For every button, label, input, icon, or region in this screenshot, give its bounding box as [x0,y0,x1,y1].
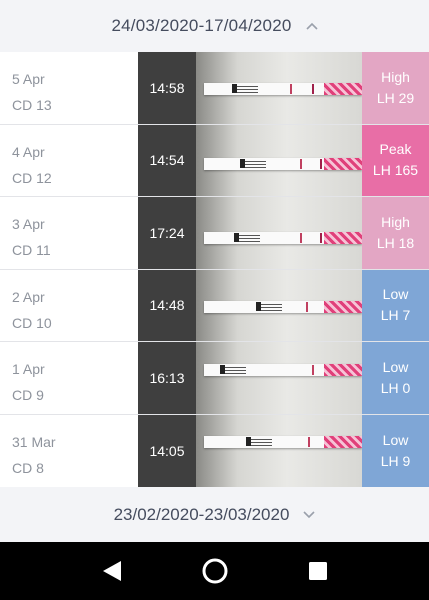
test-date-cell: 2 Apr CD 10 [0,270,138,342]
lh-result-badge: Low LH 9 [362,414,429,487]
test-strip [204,364,362,376]
test-strip-image [196,269,362,341]
test-date: 2 Apr [12,288,45,305]
test-line [308,436,310,447]
lh-value: LH 165 [372,162,419,179]
strip-wick [324,232,362,244]
lh-result-badge: Low LH 7 [362,269,429,341]
strip-label [240,158,266,168]
lh-level: Peak [379,141,412,158]
test-date: 1 Apr [12,361,45,377]
test-line [300,158,302,169]
lh-value: LH 18 [376,234,415,251]
test-cycle-day: CD 10 [12,314,52,331]
test-row[interactable]: 1 Apr CD 9 16:13 Low LH 0 [0,342,429,415]
cycle-range: 24/03/2020-17/04/2020 [111,16,292,35]
test-strip [204,435,362,448]
test-row[interactable]: 31 Mar CD 8 14:05 Low LH 9 [0,414,429,488]
test-date-cell: 3 Apr CD 11 [0,197,138,269]
test-time: 14:05 [138,414,196,487]
test-photo[interactable]: 14:05 [138,414,362,487]
lh-value: LH 7 [380,307,411,324]
system-navigation-bar [0,542,429,600]
test-strip [204,83,362,95]
test-date-cell: 1 Apr CD 9 [0,342,138,414]
test-time: 14:54 [138,124,196,196]
test-cycle-day: CD 13 [12,97,52,113]
lh-level: Low [382,286,409,303]
lh-result-badge: High LH 29 [362,52,429,124]
strip-label [232,84,258,93]
lh-level: Low [382,358,409,375]
test-strip-image [196,342,362,414]
previous-cycle-header[interactable]: 23/02/2020-23/03/2020 [0,487,429,543]
test-line [306,301,308,312]
test-date: 4 Apr [12,143,45,160]
test-time: 14:48 [138,269,196,341]
test-strip [204,300,362,313]
test-date: 31 Mar [12,433,56,450]
chevron-up-icon[interactable] [305,19,318,33]
test-row[interactable]: 4 Apr CD 12 14:54 Peak LH 165 [0,124,429,197]
test-strip-image [196,124,362,196]
test-time: 16:13 [138,342,196,414]
test-photo[interactable]: 16:13 [138,342,362,414]
test-time: 14:58 [138,52,196,124]
test-photo[interactable]: 17:24 [138,197,362,269]
control-line [320,233,322,243]
test-line [300,233,302,243]
recents-icon[interactable] [298,551,338,591]
strip-wick [324,364,362,376]
strip-label [246,436,272,446]
strip-wick [324,157,362,170]
back-icon[interactable] [92,551,132,591]
test-line [312,365,314,375]
lh-level: High [381,213,410,230]
control-line [312,84,314,94]
cycle-header[interactable]: 24/03/2020-17/04/2020 [0,0,429,52]
test-strip-image [196,197,362,269]
test-cycle-day: CD 8 [12,459,44,476]
strip-wick [324,300,362,313]
strip-label [234,233,260,242]
test-date: 3 Apr [12,216,45,232]
test-line [290,84,292,94]
lh-result-badge: Peak LH 165 [362,124,429,196]
test-date-cell: 5 Apr CD 13 [0,52,138,124]
lh-value: LH 29 [376,89,415,106]
strip-wick [324,83,362,95]
test-photo[interactable]: 14:54 [138,124,362,196]
chevron-down-icon[interactable] [303,508,315,522]
test-time: 17:24 [138,197,196,269]
test-date-cell: 31 Mar CD 8 [0,415,138,488]
test-cycle-day: CD 9 [12,387,44,403]
test-strip [204,232,362,244]
test-cycle-day: CD 11 [12,242,51,258]
test-list: 5 Apr CD 13 14:58 High LH 29 4 Apr CD 12 [0,52,429,487]
lh-value: LH 0 [380,379,411,396]
test-photo[interactable]: 14:58 [138,52,362,124]
lh-value: LH 9 [380,452,411,469]
test-date-cell: 4 Apr CD 12 [0,125,138,197]
lh-result-badge: Low LH 0 [362,342,429,414]
test-strip-image [196,414,362,487]
test-row[interactable]: 5 Apr CD 13 14:58 High LH 29 [0,52,429,125]
control-line [320,158,322,169]
test-cycle-day: CD 12 [12,169,52,186]
strip-label [256,301,282,311]
strip-wick [324,435,362,448]
test-photo[interactable]: 14:48 [138,269,362,341]
lh-result-badge: High LH 18 [362,197,429,269]
home-icon[interactable] [195,551,235,591]
test-date: 5 Apr [12,71,45,87]
lh-level: High [381,68,410,85]
strip-label [220,365,246,374]
test-strip [204,157,362,170]
test-strip-image [196,52,362,124]
test-row[interactable]: 3 Apr CD 11 17:24 High LH 18 [0,197,429,270]
test-row[interactable]: 2 Apr CD 10 14:48 Low LH 7 [0,269,429,342]
lh-level: Low [382,431,409,448]
previous-cycle-range: 23/02/2020-23/03/2020 [113,505,290,524]
